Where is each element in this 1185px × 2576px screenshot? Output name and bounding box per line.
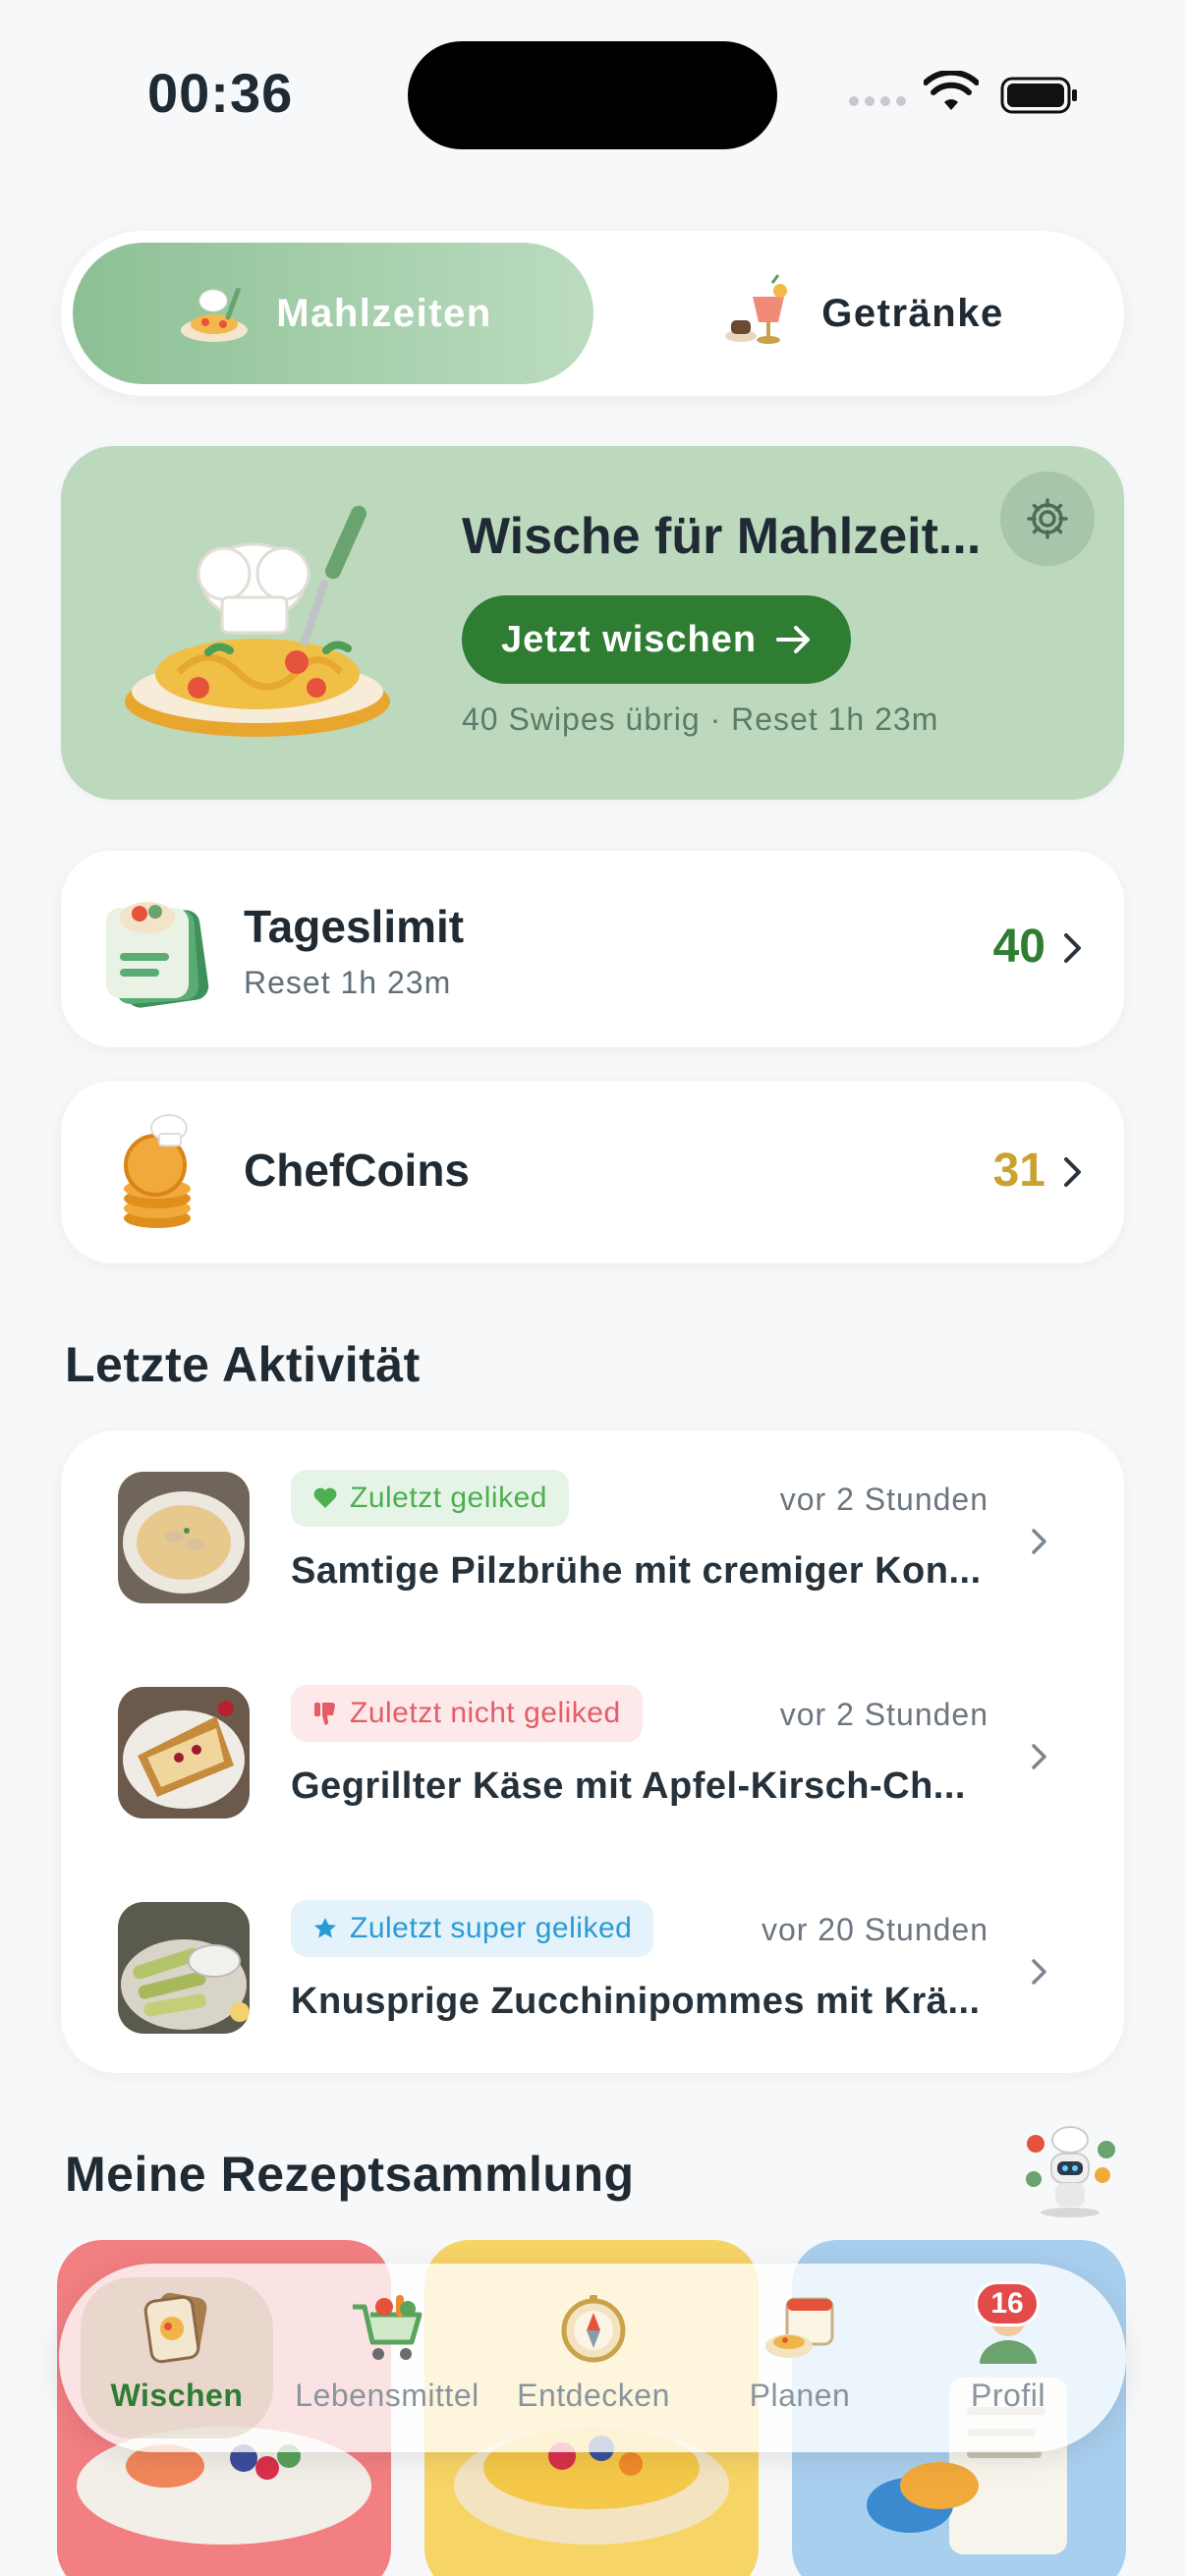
activity-title: Knusprige Zucchinipommes mit Krä... <box>291 1981 981 2022</box>
tab-meals[interactable]: Mahlzeiten <box>73 243 593 384</box>
bottom-tab-bar: Wischen Lebensmittel Entdecken Planen Pr… <box>59 2264 1126 2452</box>
tab-swipe-label: Wischen <box>110 2378 244 2413</box>
heart-icon <box>313 1487 337 1508</box>
tab-plan[interactable]: Planen <box>704 2277 896 2438</box>
chefcoins-card[interactable]: ChefCoins 31 <box>61 1081 1124 1263</box>
mushroom-soup-thumbnail <box>118 1472 250 1603</box>
recipe-collection-heading: Meine Rezeptsammlung <box>65 2147 635 2202</box>
tab-drinks-label: Getränke <box>821 291 1004 335</box>
chevron-right-icon <box>1032 1529 1046 1554</box>
activity-item-disliked[interactable]: Zuletzt nicht geliked vor 2 Stunden Gegr… <box>61 1665 1124 1862</box>
pasta-chef-illustration <box>125 505 390 737</box>
compass-icon <box>561 2295 626 2363</box>
super-liked-badge-label: Zuletzt super geliked <box>350 1912 633 1944</box>
tab-profile-label: Profil <box>971 2378 1045 2413</box>
recent-activity-heading: Letzte Aktivität <box>65 1337 421 1392</box>
daily-limit-card[interactable]: Tageslimit Reset 1h 23m 40 <box>61 851 1124 1047</box>
cellular-signal-icon <box>849 96 906 106</box>
daily-limit-title: Tageslimit <box>244 901 465 952</box>
zucchini-fries-thumbnail <box>118 1902 250 2034</box>
dynamic-island <box>408 41 777 149</box>
swipe-cards-icon <box>143 2292 207 2364</box>
profile-notification-badge: 16 <box>975 2281 1040 2326</box>
activity-title: Gegrillter Käse mit Apfel-Kirsch-Ch... <box>291 1765 966 1807</box>
activity-time: vor 2 Stunden <box>779 1697 988 1732</box>
liked-badge: Zuletzt geliked <box>291 1470 569 1527</box>
activity-item-liked[interactable]: Zuletzt geliked vor 2 Stunden Samtige Pi… <box>61 1450 1124 1647</box>
meal-drink-toggle: Mahlzeiten Getränke <box>61 231 1124 396</box>
swipe-now-button[interactable]: Jetzt wischen <box>462 595 852 684</box>
activity-time: vor 2 Stunden <box>779 1482 988 1517</box>
status-time: 00:36 <box>147 62 294 124</box>
tab-groceries-label: Lebensmittel <box>295 2378 480 2413</box>
tab-groceries[interactable]: Lebensmittel <box>291 2277 483 2438</box>
activity-time: vor 20 Stunden <box>761 1912 988 1947</box>
tab-meals-label: Mahlzeiten <box>276 291 492 335</box>
tab-discover[interactable]: Entdecken <box>497 2277 690 2438</box>
arrow-right-icon <box>776 626 811 653</box>
daily-limit-value: 40 <box>992 921 1045 973</box>
tab-swipe[interactable]: Wischen <box>81 2277 273 2438</box>
hero-swipes-remaining: 40 Swipes übrig · Reset 1h 23m <box>462 701 939 737</box>
drinks-icon <box>725 274 788 344</box>
robot-chef-icon[interactable] <box>1016 2110 1124 2218</box>
wifi-icon <box>924 71 979 110</box>
star-icon <box>314 1918 336 1938</box>
hero-title: Wische für Mahlzeit... <box>462 508 982 565</box>
recent-activity-list: Zuletzt geliked vor 2 Stunden Samtige Pi… <box>61 1430 1124 2073</box>
tab-plan-label: Planen <box>749 2378 851 2413</box>
thumbs-down-icon <box>314 1703 335 1725</box>
pasta-plate-icon <box>181 287 249 342</box>
tab-discover-label: Entdecken <box>517 2378 670 2413</box>
grilled-cheese-thumbnail <box>118 1687 250 1819</box>
super-liked-badge: Zuletzt super geliked <box>291 1900 654 1957</box>
chefcoins-value: 31 <box>992 1145 1045 1197</box>
liked-badge-label: Zuletzt geliked <box>350 1482 547 1514</box>
chevron-right-icon <box>1064 1157 1081 1187</box>
activity-title: Samtige Pilzbrühe mit cremiger Kon... <box>291 1550 982 1592</box>
disliked-badge: Zuletzt nicht geliked <box>291 1685 643 1742</box>
gear-icon <box>1027 498 1068 539</box>
chefcoins-icon <box>124 1114 191 1228</box>
chevron-right-icon <box>1032 1744 1046 1769</box>
battery-icon <box>1000 77 1077 114</box>
disliked-badge-label: Zuletzt nicht geliked <box>350 1697 621 1729</box>
shopping-cart-icon <box>353 2295 423 2360</box>
status-bar: 00:36 <box>0 0 1185 196</box>
swipe-hero-card[interactable]: Wische für Mahlzeit... Jetzt wischen 40 … <box>61 446 1124 800</box>
recipe-cards-icon <box>106 902 209 1008</box>
tab-drinks[interactable]: Getränke <box>611 243 1112 384</box>
activity-item-super-liked[interactable]: Zuletzt super geliked vor 20 Stunden Knu… <box>61 1880 1124 2077</box>
chevron-right-icon <box>1032 1959 1046 1985</box>
daily-limit-reset: Reset 1h 23m <box>244 965 452 1000</box>
calendar-plate-icon <box>765 2297 834 2358</box>
settings-button[interactable] <box>1000 472 1095 566</box>
chevron-right-icon <box>1064 933 1081 963</box>
swipe-now-label: Jetzt wischen <box>501 618 758 660</box>
chefcoins-title: ChefCoins <box>244 1145 470 1196</box>
